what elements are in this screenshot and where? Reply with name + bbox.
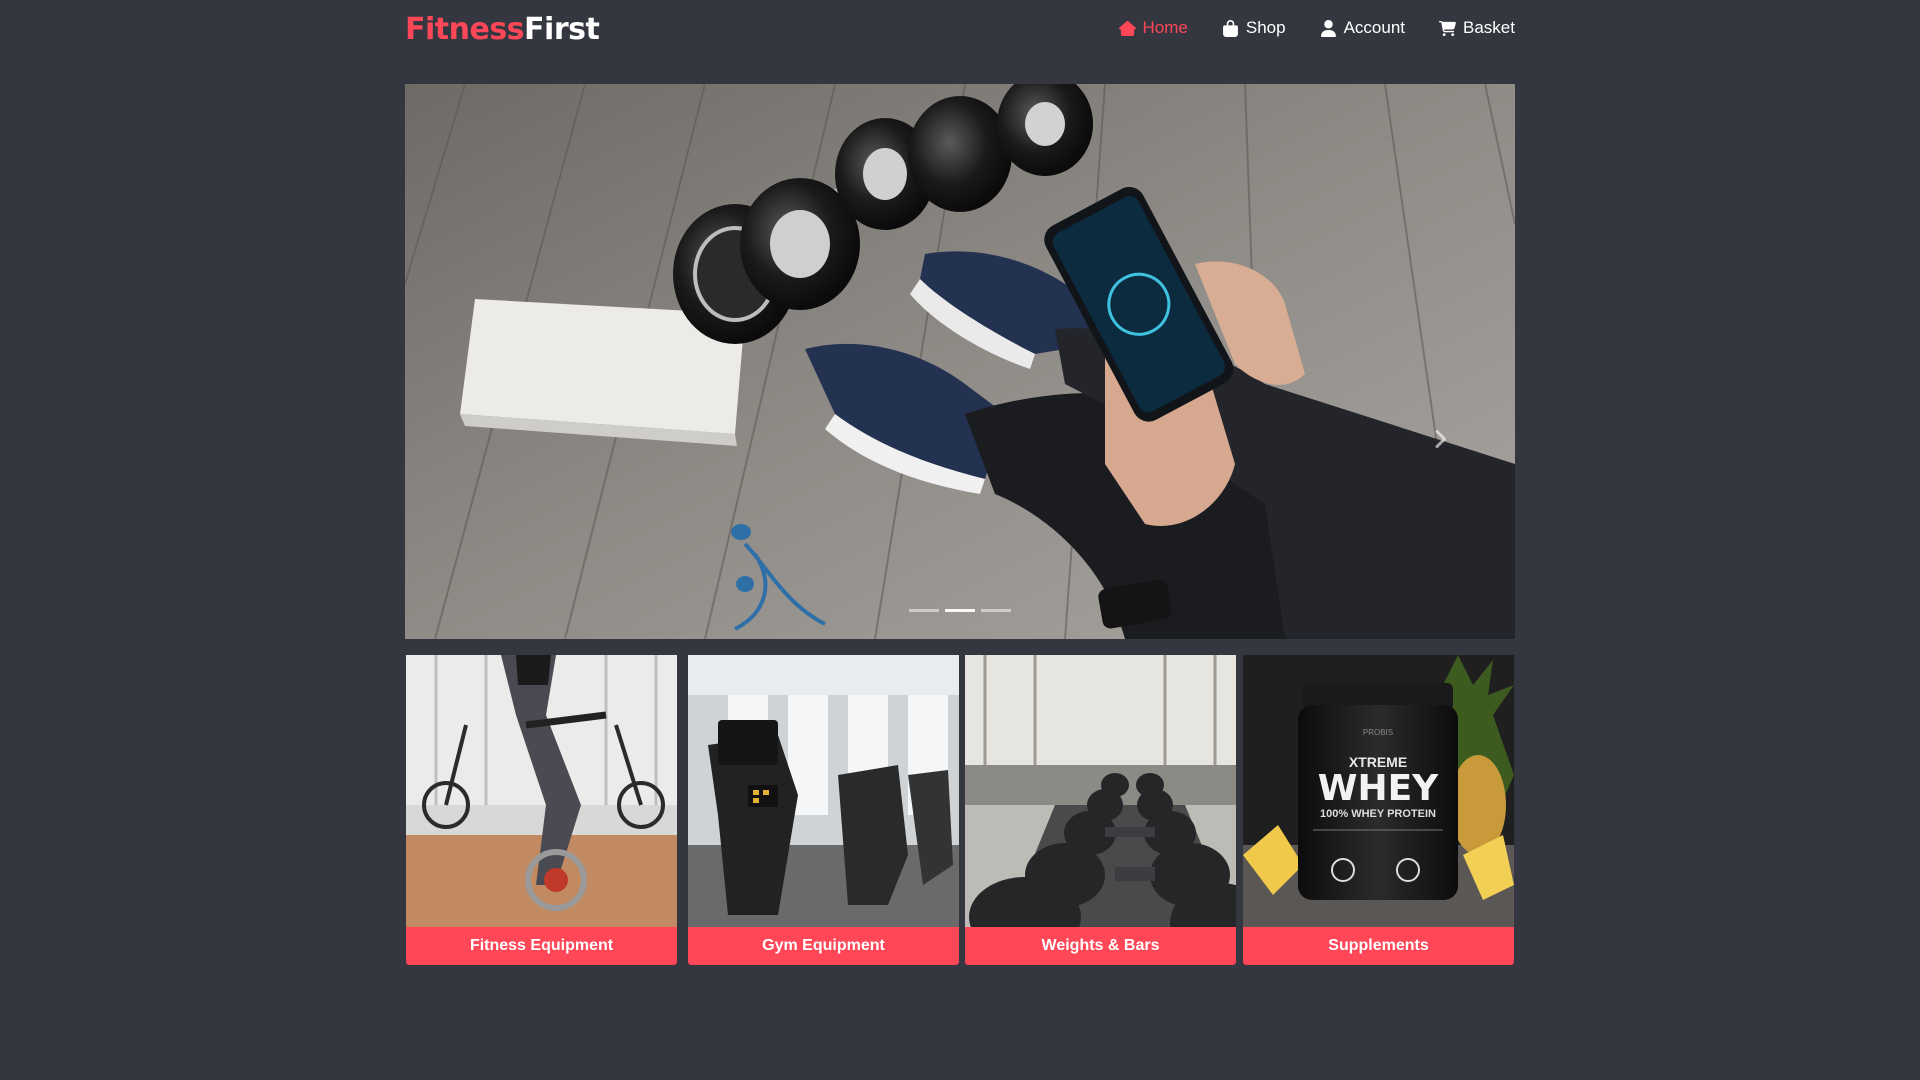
site-header: FitnessFirst Home Shop Account Basket xyxy=(405,0,1515,70)
category-image xyxy=(406,655,677,927)
home-icon xyxy=(1118,20,1136,36)
category-card-fitness-equipment[interactable]: Fitness Equipment xyxy=(406,655,677,965)
nav-account[interactable]: Account xyxy=(1320,18,1405,38)
cart-icon xyxy=(1439,20,1456,36)
carousel-indicator[interactable] xyxy=(909,609,939,612)
category-label: Supplements xyxy=(1243,927,1514,965)
category-label: Fitness Equipment xyxy=(406,927,677,965)
nav-basket[interactable]: Basket xyxy=(1439,18,1515,38)
carousel-next-button[interactable] xyxy=(1415,414,1465,464)
carousel-indicators xyxy=(405,609,1515,612)
brand-logo-part2: First xyxy=(524,12,600,47)
brand-logo-part1: Fitness xyxy=(405,12,525,47)
category-image xyxy=(965,655,1236,927)
carousel-indicator-active[interactable] xyxy=(945,609,975,612)
chevron-right-icon xyxy=(1435,429,1446,449)
page-container: FitnessFirst Home Shop Account Basket Fi… xyxy=(405,0,1515,1080)
carousel-indicator[interactable] xyxy=(981,609,1011,612)
category-image: PROBIS XTREME WHEY 100% WHEY PROTEIN xyxy=(1243,655,1514,927)
nav-home-label: Home xyxy=(1142,18,1188,37)
user-icon xyxy=(1320,19,1336,37)
brand-logo[interactable]: FitnessFirst xyxy=(405,12,600,47)
category-label: Weights & Bars xyxy=(965,927,1236,965)
hero-image xyxy=(405,84,1515,639)
product-title-text: WHEY xyxy=(1318,768,1439,809)
product-subtitle-text: 100% WHEY PROTEIN xyxy=(1320,808,1436,820)
category-image xyxy=(688,655,959,927)
category-grid: Fitness Equipment Gym Equipment Weights … xyxy=(405,655,1515,965)
nav-account-label: Account xyxy=(1343,18,1406,37)
nav-shop-label: Shop xyxy=(1245,18,1286,37)
nav-home[interactable]: Home xyxy=(1118,18,1188,38)
category-card-gym-equipment[interactable]: Gym Equipment xyxy=(688,655,959,965)
shopping-bag-icon xyxy=(1222,19,1238,37)
product-brand-text: PROBIS xyxy=(1363,728,1393,737)
category-label: Gym Equipment xyxy=(688,927,959,965)
hero-carousel[interactable] xyxy=(405,84,1515,639)
category-card-supplements[interactable]: PROBIS XTREME WHEY 100% WHEY PROTEIN Sup… xyxy=(1243,655,1514,965)
main-nav: Home Shop Account Basket xyxy=(1118,18,1515,38)
nav-basket-label: Basket xyxy=(1463,18,1515,37)
nav-shop[interactable]: Shop xyxy=(1222,18,1286,38)
category-card-weights-bars[interactable]: Weights & Bars xyxy=(965,655,1236,965)
